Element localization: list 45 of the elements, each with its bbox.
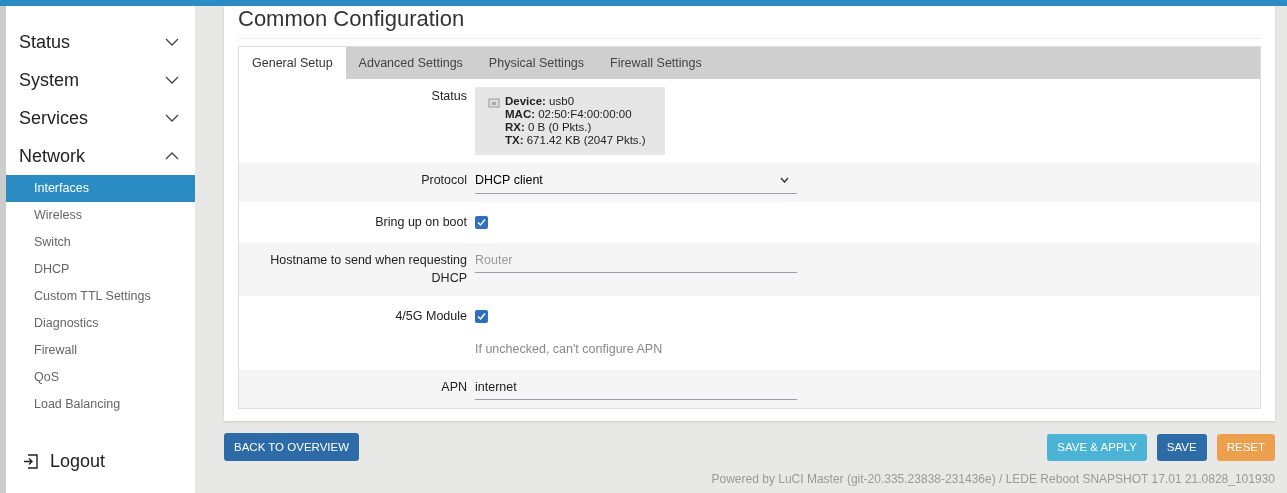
field-label: Bring up on boot (375, 214, 467, 229)
chevron-down-icon (165, 38, 179, 46)
action-button[interactable]: SAVE (1156, 433, 1207, 461)
status-line: RX: 0 B (0 Pkts.) (505, 121, 593, 134)
menu-item[interactable]: Switch (6, 229, 195, 256)
text-field[interactable]: Router (475, 250, 797, 274)
logout-icon (23, 454, 38, 469)
chevron-down-icon (165, 76, 179, 84)
protocol-select[interactable]: DHCP client (475, 171, 797, 194)
menu-group[interactable]: Services (6, 99, 195, 137)
tab[interactable]: Firewall Settings (597, 47, 715, 79)
menu-group[interactable]: Status (6, 23, 195, 61)
checkbox[interactable] (475, 215, 488, 229)
chevron-up-icon (165, 152, 179, 160)
chevron-down-icon (165, 114, 179, 122)
menu-group[interactable]: Network (6, 137, 195, 175)
tab[interactable]: Advanced Settings (345, 47, 476, 79)
field-label: 4/5G Module (395, 309, 467, 323)
network-port-icon (487, 96, 501, 110)
status-line: TX: 671.42 KB (2047 Pkts.) (505, 134, 646, 147)
logout-link[interactable]: Logout (6, 448, 195, 475)
field-label: Status (431, 89, 467, 103)
field-label: Protocol (421, 173, 467, 187)
menu-item[interactable]: Interfaces (6, 175, 195, 202)
menu-item[interactable]: Load Balancing (6, 391, 195, 418)
menu-item[interactable]: Wireless (6, 202, 195, 229)
text-field[interactable]: internet (475, 377, 797, 401)
menu-item[interactable]: Custom TTL Settings (6, 283, 195, 310)
menu-item[interactable]: Diagnostics (6, 310, 195, 337)
section-title: Common Configuration (238, 6, 1261, 39)
tab[interactable]: General Setup (239, 47, 346, 79)
menu-item[interactable]: QoS (6, 364, 195, 391)
back-button[interactable]: BACK TO OVERVIEW (224, 433, 360, 462)
status-line: Device: usb0 (505, 95, 576, 108)
field-label: APN (441, 379, 467, 394)
checkbox[interactable] (475, 309, 488, 323)
menu-group[interactable]: System (6, 61, 195, 99)
menu-item[interactable]: DHCP (6, 256, 195, 283)
chevron-down-icon (780, 177, 789, 184)
menu-item[interactable]: Firewall (6, 337, 195, 364)
footer-text: Powered by LuCI Master (git-20.335.23838-231436e) / LEDE Reboot SNAPSHOT 17.01 21.0828_101930 (711, 472, 1275, 486)
hint-text: If unchecked, can't configure APN (475, 341, 663, 356)
tab[interactable]: Physical Settings (475, 47, 598, 79)
field-label: Hostname to send when requesting DHCP (270, 252, 467, 286)
status-line: MAC: 02:50:F4:00:00:00 (505, 108, 633, 121)
